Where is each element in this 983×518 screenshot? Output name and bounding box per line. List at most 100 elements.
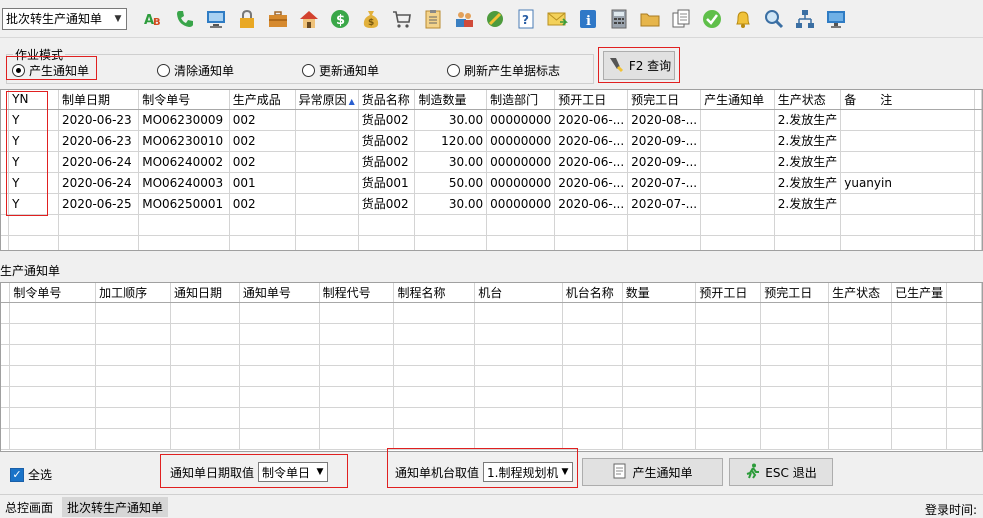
table-cell[interactable] [622,344,697,366]
table-cell[interactable] [358,214,416,236]
table-cell[interactable] [239,365,320,387]
table-cell[interactable] [891,302,948,324]
table-cell[interactable]: 120.00 [414,130,488,152]
table-cell[interactable] [239,386,320,408]
table-cell[interactable] [695,407,762,429]
table-row[interactable] [1,302,982,324]
table-cell[interactable] [562,386,623,408]
table-cell[interactable] [474,428,563,450]
table-cell[interactable]: 货品002 [358,109,416,131]
desktop-icon[interactable] [823,6,849,32]
mail-icon[interactable] [544,6,570,32]
table-cell[interactable] [700,109,775,131]
table-cell[interactable] [774,235,842,250]
home-icon[interactable] [296,6,322,32]
table-row[interactable]: Y 2020-06-24 MO06240003 001 货品001 50.00 000000… [1,172,982,194]
table-cell[interactable] [760,365,830,387]
table-cell[interactable] [562,407,623,429]
table-cell[interactable] [170,428,240,450]
table-cell[interactable]: 00000000 [486,109,556,131]
column-header[interactable]: 制单日期 [58,90,140,110]
column-header[interactable]: 制程名称 [393,283,476,303]
table-cell[interactable]: 2020-06-... [554,109,629,131]
table-cell[interactable] [9,386,97,408]
table-cell[interactable]: 30.00 [414,109,488,131]
table-cell[interactable] [239,344,320,366]
table-row[interactable] [1,214,982,236]
table-cell[interactable] [229,235,296,250]
table-cell[interactable]: 货品001 [358,172,416,194]
table-cell[interactable] [891,428,948,450]
table-row[interactable] [1,407,982,429]
chevron-down-icon[interactable]: ▼ [110,9,126,29]
bell-icon[interactable] [730,6,756,32]
table-cell[interactable] [95,386,171,408]
table-cell[interactable]: 00000000 [486,193,556,215]
table-cell[interactable] [622,302,697,324]
table-cell[interactable] [229,214,296,236]
table-cell[interactable] [474,407,563,429]
table-cell[interactable] [562,365,623,387]
table-cell[interactable] [700,214,775,236]
table-cell[interactable]: 002 [229,151,296,173]
column-header[interactable]: 制令单号 [9,283,97,303]
table-cell[interactable]: 2.发放生产 [774,130,842,152]
table-cell[interactable] [8,235,59,250]
table-cell[interactable]: 2020-09-... [627,151,702,173]
radio-dot[interactable] [447,64,460,77]
column-header[interactable]: 生产状态 [828,283,893,303]
radio-dot[interactable] [157,64,170,77]
table-cell[interactable]: MO06230009 [138,109,230,131]
table-cell[interactable]: MO06240003 [138,172,230,194]
users-icon[interactable] [451,6,477,32]
table-row[interactable]: Y 2020-06-25 MO06250001 002 货品002 30.00 000000… [1,193,982,215]
table-cell[interactable] [9,323,97,345]
table-cell[interactable]: 2020-06-25 [58,193,140,215]
table-cell[interactable]: 30.00 [414,193,488,215]
table-cell[interactable] [295,214,359,236]
table-cell[interactable]: 2020-06-23 [58,109,140,131]
column-header[interactable]: 制程代号 [319,283,395,303]
lock-icon[interactable] [234,6,260,32]
row-indicator[interactable] [1,407,11,429]
checkmark-icon[interactable]: ✓ [10,467,24,482]
table-cell[interactable]: 2020-07-... [627,193,702,215]
table-cell[interactable] [891,407,948,429]
table-cell[interactable] [774,214,842,236]
radio-clear[interactable]: 清除通知单 [157,62,234,79]
table-cell[interactable] [695,302,762,324]
table-cell[interactable]: 2020-08-... [627,109,702,131]
table-cell[interactable] [627,235,702,250]
table-cell[interactable] [760,428,830,450]
sort-asc-icon[interactable]: ▲ [349,97,355,106]
table-row[interactable]: Y 2020-06-24 MO06240002 002 货品002 30.00 000000… [1,151,982,173]
table-cell[interactable] [622,407,697,429]
table-cell[interactable] [95,302,171,324]
table-cell[interactable] [170,323,240,345]
table-cell[interactable] [554,214,629,236]
table-cell[interactable] [414,214,488,236]
org-chart-icon[interactable] [792,6,818,32]
row-indicator[interactable] [1,365,11,387]
table-cell[interactable] [393,302,476,324]
table-cell[interactable] [622,323,697,345]
table-cell[interactable] [474,386,563,408]
row-indicator[interactable] [1,214,10,236]
table-cell[interactable]: 00000000 [486,151,556,173]
table-cell[interactable] [9,302,97,324]
search-icon[interactable] [761,6,787,32]
select-all-checkbox[interactable]: ✓ 全选 [10,466,52,483]
table-cell[interactable]: 2020-09-... [627,130,702,152]
table-cell[interactable] [295,172,359,194]
table-cell[interactable] [58,214,140,236]
table-cell[interactable] [695,428,762,450]
table-row[interactable]: Y 2020-06-23 MO06230009 002 货品002 30.00 000000… [1,109,982,131]
table-cell[interactable] [295,235,359,250]
table-cell[interactable]: 001 [229,172,296,194]
table-cell[interactable]: 002 [229,193,296,215]
table-cell[interactable] [138,214,230,236]
table-row[interactable] [1,235,982,250]
row-indicator[interactable] [1,344,11,366]
table-cell[interactable] [840,214,975,236]
abc-icon[interactable]: AB [141,6,167,32]
